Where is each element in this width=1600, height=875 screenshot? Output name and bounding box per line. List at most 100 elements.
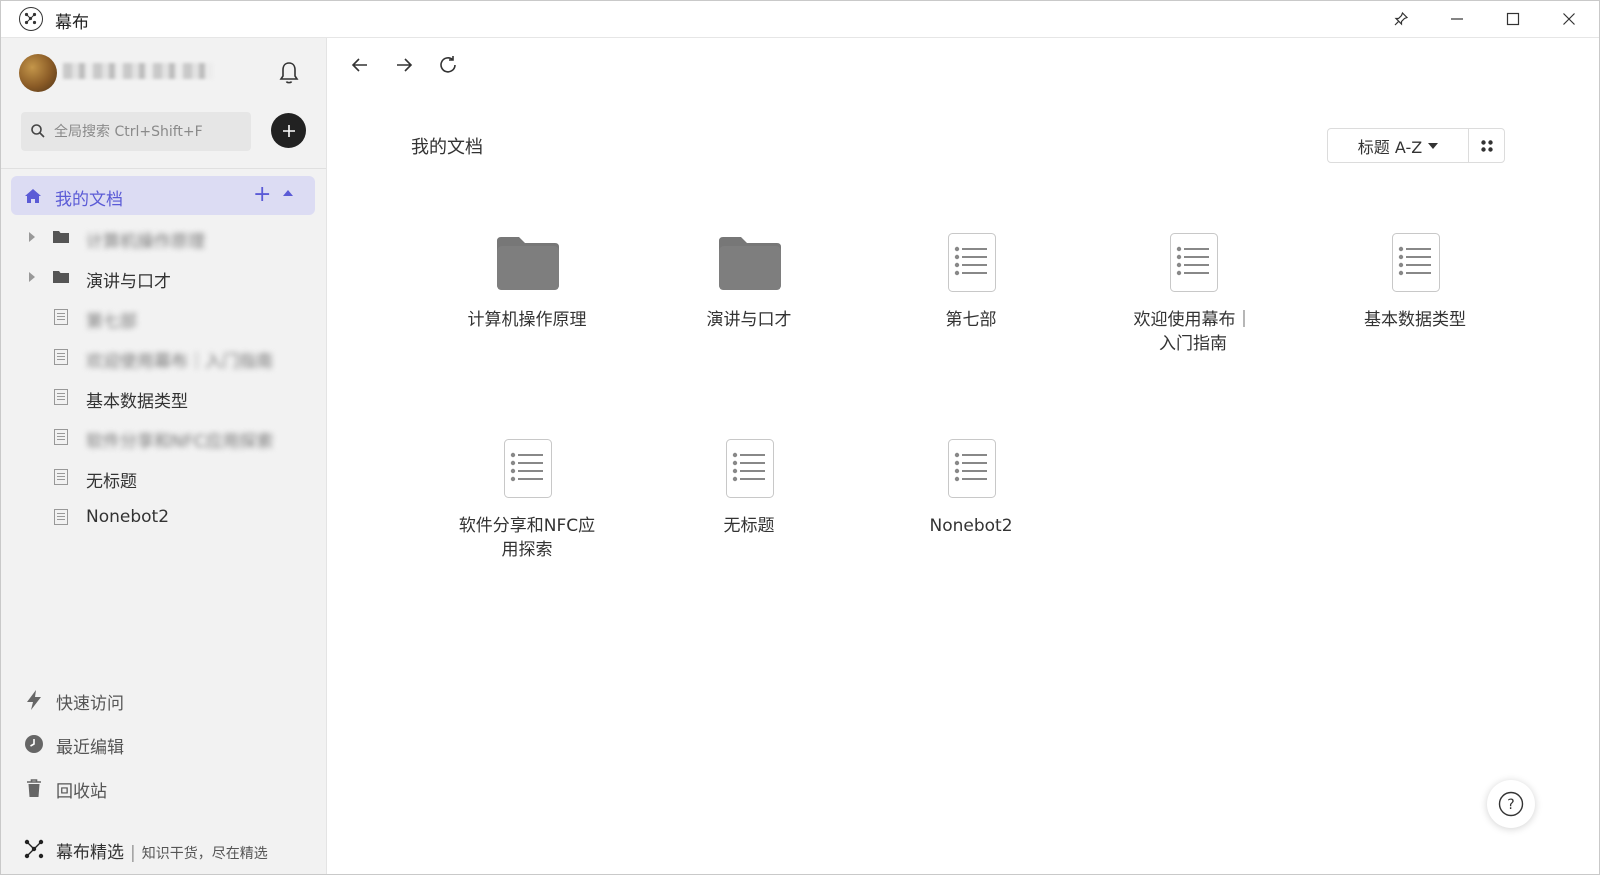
- folder-icon: [719, 237, 781, 290]
- document-icon: [54, 309, 68, 325]
- avatar[interactable]: [19, 54, 57, 92]
- document-icon: [54, 389, 68, 405]
- arrow-left-icon: [351, 58, 367, 72]
- tree-item-doc[interactable]: 欢迎使用幕布｜入门指南: [1, 337, 326, 377]
- tree-item-label: 无标题: [86, 472, 137, 492]
- trash-label: 回收站: [56, 782, 107, 802]
- grid-item-doc[interactable]: 第七部: [871, 233, 1071, 373]
- notification-button[interactable]: [277, 60, 301, 86]
- document-icon: [54, 469, 68, 485]
- trash-icon: [27, 779, 41, 797]
- sort-dropdown[interactable]: 标题 A-Z: [1328, 129, 1469, 162]
- tree-item-label: 软件分享和NFC应用探索: [86, 432, 274, 452]
- tree-item-doc[interactable]: 无标题: [1, 457, 326, 497]
- expand-arrow-icon[interactable]: [29, 232, 35, 242]
- title-bar: 幕布: [1, 1, 1599, 38]
- expand-arrow-icon[interactable]: [29, 272, 35, 282]
- document-icon: [54, 509, 68, 525]
- home-icon: [25, 189, 41, 203]
- grid-item-label: 欢迎使用幕布｜入门指南: [1133, 310, 1253, 354]
- username-redacted[interactable]: [63, 63, 213, 79]
- sort-controls: 标题 A-Z: [1327, 128, 1505, 163]
- minimize-button[interactable]: [1429, 1, 1485, 37]
- add-new-button[interactable]: [271, 113, 306, 148]
- view-toggle-button[interactable]: [1469, 129, 1504, 162]
- dropdown-caret-icon: [1428, 142, 1439, 149]
- refresh-button[interactable]: [435, 52, 461, 78]
- lightning-icon: [27, 690, 41, 710]
- sidebar-item-quick-access[interactable]: 快速访问: [1, 678, 326, 722]
- back-button[interactable]: [347, 52, 373, 78]
- my-docs-label: 我的文档: [55, 190, 123, 210]
- sidebar: 我的文档 + 计算机操作原理 演讲与口才 第七部 欢迎使用幕布｜入门指南: [1, 38, 327, 874]
- bell-icon: [279, 62, 299, 84]
- grid-item-folder[interactable]: 演讲与口才: [649, 233, 849, 373]
- tree-item-doc[interactable]: Nonebot2: [1, 497, 326, 537]
- grid-item-folder[interactable]: 计算机操作原理: [427, 233, 627, 373]
- pin-button[interactable]: [1373, 1, 1429, 37]
- document-icon: [948, 439, 996, 498]
- add-doc-button[interactable]: +: [253, 183, 271, 207]
- document-icon: [54, 429, 68, 445]
- sidebar-item-my-docs[interactable]: 我的文档 +: [11, 176, 315, 215]
- tree-item-doc[interactable]: 基本数据类型: [1, 377, 326, 417]
- tree-item-label: Nonebot2: [86, 507, 170, 527]
- document-icon: [726, 439, 774, 498]
- tree-item-label: 计算机操作原理: [86, 232, 205, 252]
- tree-item-label: 第七部: [86, 312, 137, 332]
- featured-subtitle: 知识干货，尽在精选: [141, 846, 268, 862]
- grid-item-label: Nonebot2: [929, 516, 1013, 536]
- refresh-icon: [440, 56, 456, 73]
- help-label: ?: [1507, 797, 1514, 813]
- sort-label: 标题 A-Z: [1357, 137, 1423, 157]
- grid-item-doc[interactable]: 软件分享和NFC应用探索: [427, 439, 627, 579]
- close-icon: [1563, 13, 1575, 25]
- grid-item-doc[interactable]: Nonebot2: [871, 439, 1071, 579]
- featured-label: 幕布精选 | 知识干货，尽在精选: [56, 838, 268, 863]
- folder-icon: [53, 271, 69, 283]
- arrow-right-icon: [397, 58, 413, 72]
- mubu-logo-icon: [24, 839, 44, 859]
- tree-item-folder[interactable]: 计算机操作原理: [1, 217, 326, 257]
- tree-item-doc[interactable]: 第七部: [1, 297, 326, 337]
- quick-access-label: 快速访问: [56, 694, 124, 714]
- grid-item-label: 第七部: [945, 310, 997, 330]
- grid-item-label: 演讲与口才: [706, 310, 792, 330]
- featured-title: 幕布精选: [56, 843, 124, 863]
- recent-label: 最近编辑: [56, 738, 124, 758]
- help-button[interactable]: ?: [1487, 780, 1535, 828]
- close-window-button[interactable]: [1541, 1, 1597, 37]
- sidebar-item-trash[interactable]: 回收站: [1, 766, 326, 810]
- search-input[interactable]: [54, 112, 244, 151]
- minimize-icon: [1451, 18, 1463, 20]
- help-icon: ?: [1498, 791, 1524, 817]
- tree-item-label: 欢迎使用幕布｜入门指南: [86, 352, 273, 372]
- document-icon: [1170, 233, 1218, 292]
- pin-icon: [1394, 11, 1409, 26]
- sidebar-item-recent[interactable]: 最近编辑: [1, 722, 326, 766]
- sidebar-item-featured[interactable]: 幕布精选 | 知识干货，尽在精选: [1, 833, 326, 869]
- global-search[interactable]: [21, 112, 251, 151]
- collapse-caret-icon[interactable]: [283, 190, 293, 196]
- clock-icon: [25, 735, 43, 753]
- app-window: 幕布 我的文档 +: [0, 0, 1600, 875]
- maximize-button[interactable]: [1485, 1, 1541, 37]
- document-icon: [948, 233, 996, 292]
- grid-item-doc[interactable]: 欢迎使用幕布｜入门指南: [1093, 233, 1293, 373]
- document-icon: [54, 349, 68, 365]
- forward-button[interactable]: [391, 52, 417, 78]
- document-icon: [504, 439, 552, 498]
- featured-separator: |: [130, 843, 136, 863]
- tree-item-folder[interactable]: 演讲与口才: [1, 257, 326, 297]
- search-icon: [31, 124, 45, 138]
- tree-item-doc[interactable]: 软件分享和NFC应用探索: [1, 417, 326, 457]
- grid-item-label: 软件分享和NFC应用探索: [458, 516, 596, 560]
- grid-item-doc[interactable]: 无标题: [649, 439, 849, 579]
- app-logo-icon: [19, 7, 43, 31]
- folder-icon: [497, 237, 559, 290]
- doc-tree: 计算机操作原理 演讲与口才 第七部 欢迎使用幕布｜入门指南 基本数据类型 软件分…: [1, 217, 326, 537]
- bottom-nav: 快速访问 最近编辑 回收站: [1, 678, 326, 810]
- grid-item-doc[interactable]: 基本数据类型: [1315, 233, 1515, 373]
- grid-item-label: 无标题: [723, 516, 775, 536]
- app-title: 幕布: [55, 13, 89, 33]
